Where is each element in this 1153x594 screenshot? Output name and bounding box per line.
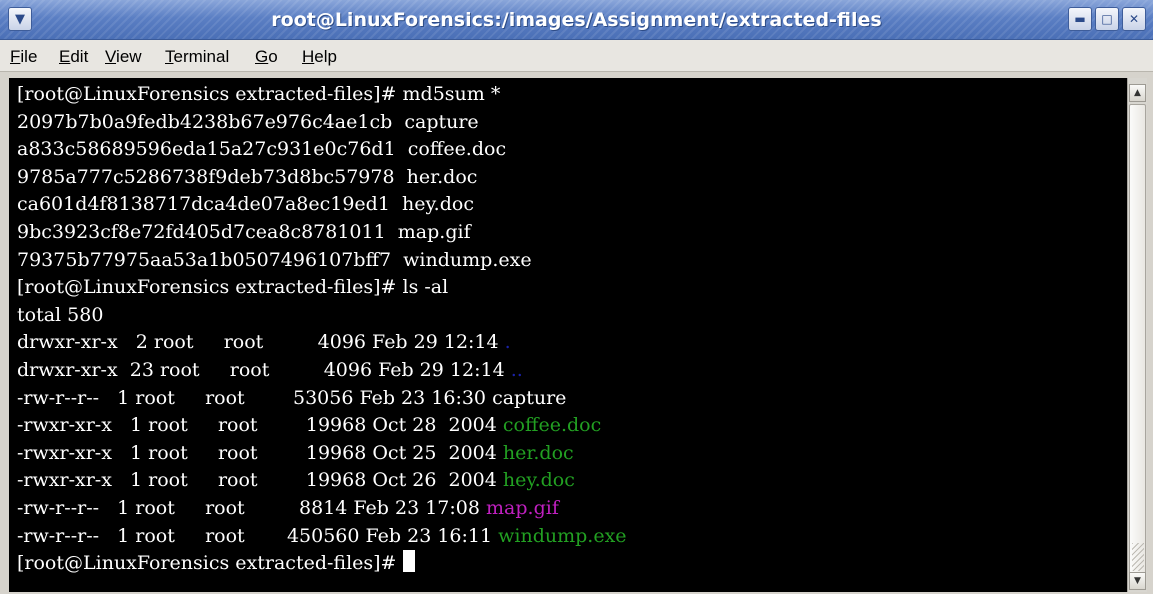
- terminal-line-text: 79375b77975aa53a1b0507496107bff7 windump…: [17, 248, 532, 271]
- terminal-line-text: ca601d4f8138717dca4de07a8ec19ed1 hey.doc: [17, 193, 474, 216]
- terminal-line: -rw-r--r-- 1 root root 450560 Feb 23 16:…: [17, 523, 1127, 551]
- file-name: coffee.doc: [502, 414, 602, 437]
- menu-go[interactable]: Go: [255, 46, 278, 68]
- minimize-button[interactable]: ▬: [1068, 7, 1092, 31]
- terminal-line: -rw-r--r-- 1 root root 8814 Feb 23 17:08…: [17, 495, 1127, 523]
- terminal-line: 79375b77975aa53a1b0507496107bff7 windump…: [17, 247, 1127, 275]
- terminal-line-text: [root@LinuxForensics extracted-files]# l…: [17, 276, 449, 299]
- terminal-line: total 580: [17, 302, 1127, 330]
- menu-edit[interactable]: Edit: [59, 46, 88, 68]
- scrollbar-thumb[interactable]: [1129, 104, 1146, 580]
- window-titlebar[interactable]: ▼ root@LinuxForensics:/images/Assignment…: [0, 0, 1153, 40]
- terminal-line: 9bc3923cf8e72fd405d7cea8c8781011 map.gif: [17, 219, 1127, 247]
- terminal-line: [root@LinuxForensics extracted-files]# l…: [17, 274, 1127, 302]
- terminal-line: drwxr-xr-x 23 root root 4096 Feb 29 12:1…: [17, 357, 1127, 385]
- scrollbar-grip-icon: [1132, 543, 1144, 571]
- terminal-line-text: a833c58689596eda15a27c931e0c76d1 coffee.…: [17, 138, 507, 161]
- file-name: capture: [492, 386, 567, 409]
- file-name: ..: [510, 358, 523, 381]
- terminal-line-text: [root@LinuxForensics extracted-files]#: [17, 552, 403, 575]
- terminal-line: [root@LinuxForensics extracted-files]# m…: [17, 81, 1127, 109]
- terminal-line-text: -rw-r--r-- 1 root root 450560 Feb 23 16:…: [17, 524, 499, 547]
- terminal-line: drwxr-xr-x 2 root root 4096 Feb 29 12:14…: [17, 329, 1127, 357]
- scroll-up-arrow-icon: ▲: [1134, 88, 1141, 98]
- terminal-line-text: -rw-r--r-- 1 root root 8814 Feb 23 17:08: [17, 496, 487, 519]
- terminal-line-text: 9bc3923cf8e72fd405d7cea8c8781011 map.gif: [17, 220, 471, 243]
- terminal-line: a833c58689596eda15a27c931e0c76d1 coffee.…: [17, 136, 1127, 164]
- terminal-line: -rwxr-xr-x 1 root root 19968 Oct 25 2004…: [17, 440, 1127, 468]
- window-title: root@LinuxForensics:/images/Assignment/e…: [271, 9, 882, 31]
- terminal-output[interactable]: [root@LinuxForensics extracted-files]# m…: [9, 78, 1127, 592]
- terminal-line: 2097b7b0a9fedb4238b67e976c4ae1cb capture: [17, 109, 1127, 137]
- file-name: her.doc: [502, 441, 574, 464]
- terminal-lines: [root@LinuxForensics extracted-files]# m…: [17, 81, 1127, 578]
- terminal-line-text: drwxr-xr-x 23 root root 4096 Feb 29 12:1…: [17, 358, 511, 381]
- menu-bar: File Edit View Terminal Go Help: [0, 40, 1153, 72]
- maximize-icon: □: [1101, 12, 1113, 26]
- maximize-button[interactable]: □: [1095, 7, 1119, 31]
- terminal-line: -rw-r--r-- 1 root root 53056 Feb 23 16:3…: [17, 385, 1127, 413]
- file-name: map.gif: [486, 496, 559, 519]
- terminal-line: ca601d4f8138717dca4de07a8ec19ed1 hey.doc: [17, 191, 1127, 219]
- file-name: .: [504, 331, 511, 354]
- text-cursor: [402, 550, 415, 573]
- terminal-line-text: -rwxr-xr-x 1 root root 19968 Oct 25 2004: [17, 441, 503, 464]
- file-name: windump.exe: [498, 524, 627, 547]
- scroll-up-button[interactable]: ▲: [1129, 84, 1146, 102]
- menu-view[interactable]: View: [105, 46, 142, 68]
- terminal-line: [root@LinuxForensics extracted-files]#: [17, 550, 1127, 578]
- menu-help[interactable]: Help: [302, 46, 337, 68]
- terminal-line: -rwxr-xr-x 1 root root 19968 Oct 28 2004…: [17, 412, 1127, 440]
- menu-file[interactable]: File: [10, 46, 37, 68]
- terminal-line-text: -rw-r--r-- 1 root root 53056 Feb 23 16:3…: [17, 386, 493, 409]
- minimize-icon: ▬: [1074, 12, 1086, 26]
- terminal-line-text: [root@LinuxForensics extracted-files]# m…: [17, 83, 501, 105]
- vertical-scrollbar[interactable]: ▲ ▼: [1127, 78, 1147, 592]
- terminal-line-text: 2097b7b0a9fedb4238b67e976c4ae1cb capture: [17, 110, 479, 133]
- close-icon: ✕: [1128, 12, 1140, 26]
- terminal-line: -rwxr-xr-x 1 root root 19968 Oct 26 2004…: [17, 467, 1127, 495]
- scroll-down-button[interactable]: ▼: [1129, 572, 1146, 590]
- terminal-line-text: -rwxr-xr-x 1 root root 19968 Oct 28 2004: [17, 414, 503, 437]
- menu-terminal[interactable]: Terminal: [165, 46, 229, 68]
- terminal-line-text: -rwxr-xr-x 1 root root 19968 Oct 26 2004: [17, 469, 503, 492]
- scroll-down-arrow-icon: ▼: [1134, 576, 1141, 586]
- file-name: hey.doc: [502, 469, 575, 492]
- terminal-line-text: total 580: [17, 303, 104, 326]
- terminal-line-text: drwxr-xr-x 2 root root 4096 Feb 29 12:14: [17, 331, 505, 354]
- close-button[interactable]: ✕: [1122, 7, 1146, 31]
- terminal-line: 9785a777c5286738f9deb73d8bc57978 her.doc: [17, 164, 1127, 192]
- terminal-line-text: 9785a777c5286738f9deb73d8bc57978 her.doc: [17, 165, 478, 188]
